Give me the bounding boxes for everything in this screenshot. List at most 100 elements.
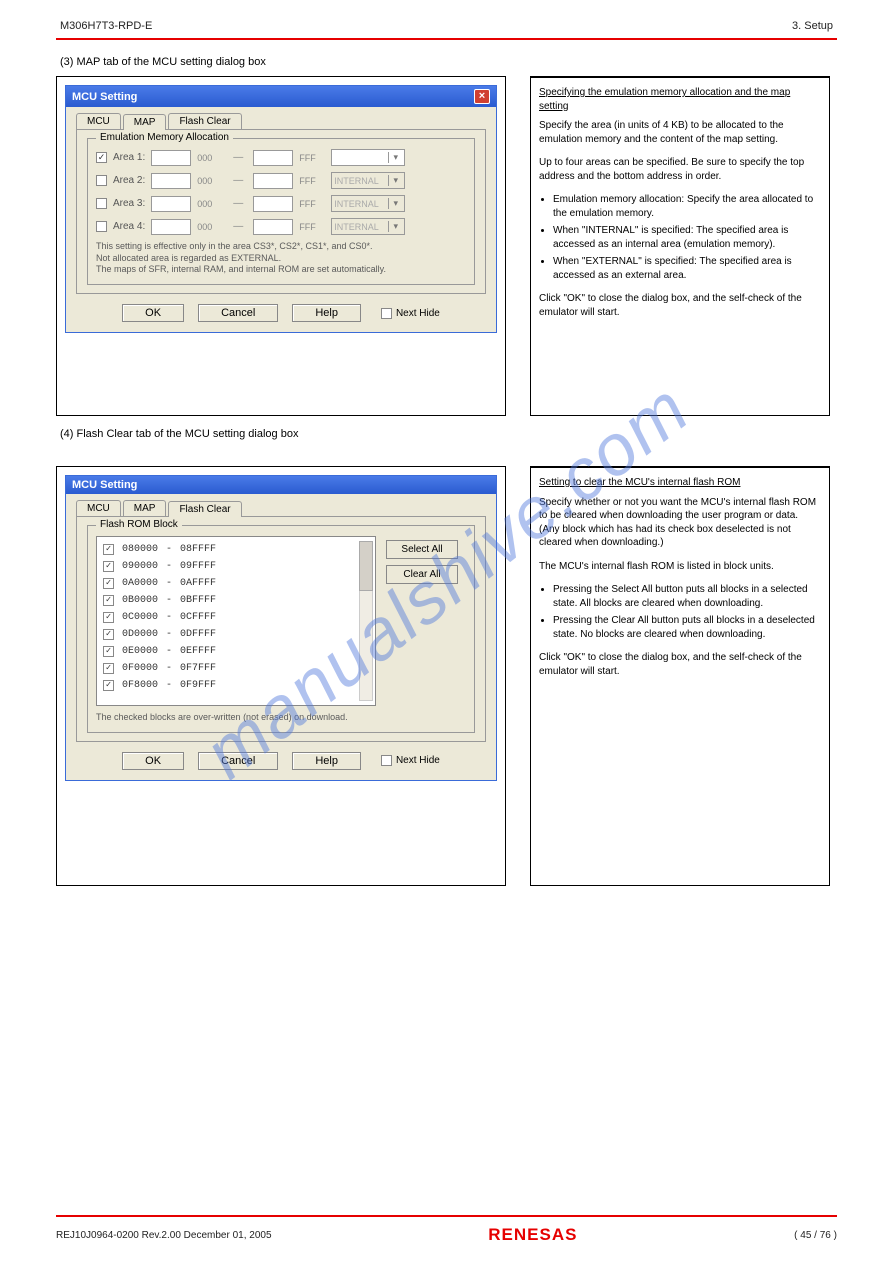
list-item[interactable]: ✓0A0000-0AFFFF bbox=[97, 575, 375, 592]
dash-icon: — bbox=[229, 152, 247, 163]
area4-start-input[interactable] bbox=[151, 219, 191, 235]
map-note: This setting is effective only in the ar… bbox=[96, 241, 466, 276]
flash-desc-li2: Pressing the Clear All button puts all b… bbox=[553, 614, 821, 641]
list-item[interactable]: ✓0F0000-0F7FFF bbox=[97, 660, 375, 677]
map-desc-p3: Click "OK" to close the dialog box, and … bbox=[539, 292, 821, 319]
area2-select[interactable]: INTERNAL▾ bbox=[331, 172, 405, 189]
dialog-tabs: MCU MAP Flash Clear bbox=[76, 500, 486, 516]
dialog-tabs: MCU MAP Flash Clear bbox=[76, 113, 486, 129]
area1-select[interactable]: ▾ bbox=[331, 149, 405, 166]
ok-button[interactable]: OK bbox=[122, 752, 184, 770]
area1-start-input[interactable] bbox=[151, 150, 191, 166]
list-item[interactable]: ✓080000-08FFFF bbox=[97, 541, 375, 558]
list-item[interactable]: ✓0D0000-0DFFFF bbox=[97, 626, 375, 643]
renesas-logo: RENESAS bbox=[488, 1225, 577, 1245]
area3-start-input[interactable] bbox=[151, 196, 191, 212]
area3-end-input[interactable] bbox=[253, 196, 293, 212]
area3-select[interactable]: INTERNAL▾ bbox=[331, 195, 405, 212]
area4-checkbox[interactable] bbox=[96, 221, 107, 232]
block-checkbox[interactable]: ✓ bbox=[103, 629, 114, 640]
list-item[interactable]: ✓0B0000-0BFFFF bbox=[97, 592, 375, 609]
tab-map[interactable]: MAP bbox=[123, 500, 167, 516]
area4-end-input[interactable] bbox=[253, 219, 293, 235]
clear-all-button[interactable]: Clear All bbox=[386, 565, 458, 584]
list-item[interactable]: ✓0E0000-0EFFFF bbox=[97, 643, 375, 660]
area3-label: Area 3: bbox=[113, 198, 145, 209]
map-desc-li3: When "EXTERNAL" is specified: The specif… bbox=[553, 255, 821, 282]
block-checkbox[interactable]: ✓ bbox=[103, 595, 114, 606]
list-item[interactable]: ✓0F8000-0F9FFF bbox=[97, 677, 375, 694]
chevron-down-icon: ▾ bbox=[388, 175, 402, 186]
tab-map[interactable]: MAP bbox=[123, 114, 167, 130]
area-row-3: Area 3: 000 — FFF INTERNAL▾ bbox=[96, 195, 466, 212]
block-checkbox[interactable]: ✓ bbox=[103, 612, 114, 623]
ok-button[interactable]: OK bbox=[122, 304, 184, 322]
area1-label: Area 1: bbox=[113, 152, 145, 163]
map-desc-li2: When "INTERNAL" is specified: The specif… bbox=[553, 224, 821, 251]
area1-start-suffix: 000 bbox=[197, 153, 223, 163]
block-checkbox[interactable]: ✓ bbox=[103, 544, 114, 555]
block-checkbox[interactable]: ✓ bbox=[103, 663, 114, 674]
block-checkbox[interactable]: ✓ bbox=[103, 646, 114, 657]
flash-desc-li1: Pressing the Select All button puts all … bbox=[553, 583, 821, 610]
help-button[interactable]: Help bbox=[292, 304, 361, 322]
dialog-title: MCU Setting bbox=[72, 479, 137, 491]
figure-map-dialog: MCU Setting × MCU MAP Flash Clear Emulat… bbox=[56, 76, 506, 416]
footer-rule bbox=[56, 1215, 837, 1217]
area-row-1: ✓ Area 1: 000 — FFF ▾ bbox=[96, 149, 466, 166]
flash-desc-p1: Specify whether or not you want the MCU'… bbox=[539, 496, 821, 550]
map-desc-title: Specifying the emulation memory allocati… bbox=[539, 86, 821, 113]
area-row-2: Area 2: 000 — FFF INTERNAL▾ bbox=[96, 172, 466, 189]
section-1-title: (3) MAP tab of the MCU setting dialog bo… bbox=[60, 56, 837, 68]
area4-select[interactable]: INTERNAL▾ bbox=[331, 218, 405, 235]
area4-label: Area 4: bbox=[113, 221, 145, 232]
map-description: Specifying the emulation memory allocati… bbox=[530, 76, 830, 416]
block-checkbox[interactable]: ✓ bbox=[103, 680, 114, 691]
area1-end-input[interactable] bbox=[253, 150, 293, 166]
mcu-setting-dialog-map: MCU Setting × MCU MAP Flash Clear Emulat… bbox=[65, 85, 497, 333]
list-item[interactable]: ✓0C0000-0CFFFF bbox=[97, 609, 375, 626]
mcu-setting-dialog-flash: MCU Setting MCU MAP Flash Clear Flash RO… bbox=[65, 475, 497, 781]
help-button[interactable]: Help bbox=[292, 752, 361, 770]
next-hide-label: Next Hide bbox=[396, 755, 440, 766]
flash-block-list[interactable]: ✓080000-08FFFF ✓090000-09FFFF ✓0A0000-0A… bbox=[96, 536, 376, 706]
header-rule bbox=[56, 38, 837, 40]
list-item[interactable]: ✓090000-09FFFF bbox=[97, 558, 375, 575]
select-all-button[interactable]: Select All bbox=[386, 540, 458, 559]
map-desc-p2: Up to four areas can be specified. Be su… bbox=[539, 156, 821, 183]
area1-checkbox[interactable]: ✓ bbox=[96, 152, 107, 163]
tab-flash-clear[interactable]: Flash Clear bbox=[168, 113, 241, 129]
flash-desc-p3: Click "OK" to close the dialog box, and … bbox=[539, 651, 821, 678]
area2-start-input[interactable] bbox=[151, 173, 191, 189]
area2-checkbox[interactable] bbox=[96, 175, 107, 186]
section-2-title: (4) Flash Clear tab of the MCU setting d… bbox=[60, 428, 837, 440]
next-hide-checkbox[interactable] bbox=[381, 755, 392, 766]
close-icon[interactable]: × bbox=[474, 89, 490, 104]
area3-checkbox[interactable] bbox=[96, 198, 107, 209]
next-hide-checkbox[interactable] bbox=[381, 308, 392, 319]
group-flash-rom-block: Flash ROM Block bbox=[96, 519, 182, 530]
chevron-down-icon: ▾ bbox=[388, 221, 402, 232]
figure-flash-dialog: MCU Setting MCU MAP Flash Clear Flash RO… bbox=[56, 466, 506, 886]
page-footer: REJ10J0964-0200 Rev.2.00 December 01, 20… bbox=[0, 1215, 893, 1245]
area2-end-input[interactable] bbox=[253, 173, 293, 189]
area-row-4: Area 4: 000 — FFF INTERNAL▾ bbox=[96, 218, 466, 235]
tab-mcu[interactable]: MCU bbox=[76, 500, 121, 516]
tab-flash-clear[interactable]: Flash Clear bbox=[168, 501, 241, 517]
dialog-titlebar: MCU Setting × bbox=[66, 86, 496, 107]
dialog-title: MCU Setting bbox=[72, 91, 137, 103]
dialog-titlebar: MCU Setting bbox=[66, 476, 496, 494]
chevron-down-icon: ▾ bbox=[388, 152, 402, 163]
cancel-button[interactable]: Cancel bbox=[198, 304, 278, 322]
area2-label: Area 2: bbox=[113, 175, 145, 186]
block-checkbox[interactable]: ✓ bbox=[103, 561, 114, 572]
scrollbar-thumb[interactable] bbox=[359, 541, 373, 591]
flash-description: Setting to clear the MCU's internal flas… bbox=[530, 466, 830, 886]
map-desc-li1: Emulation memory allocation: Specify the… bbox=[553, 193, 821, 220]
map-desc-p1: Specify the area (in units of 4 KB) to b… bbox=[539, 119, 821, 146]
block-checkbox[interactable]: ✓ bbox=[103, 578, 114, 589]
flash-note: The checked blocks are over-written (not… bbox=[96, 712, 466, 724]
tab-mcu[interactable]: MCU bbox=[76, 113, 121, 129]
cancel-button[interactable]: Cancel bbox=[198, 752, 278, 770]
chevron-down-icon: ▾ bbox=[388, 198, 402, 209]
